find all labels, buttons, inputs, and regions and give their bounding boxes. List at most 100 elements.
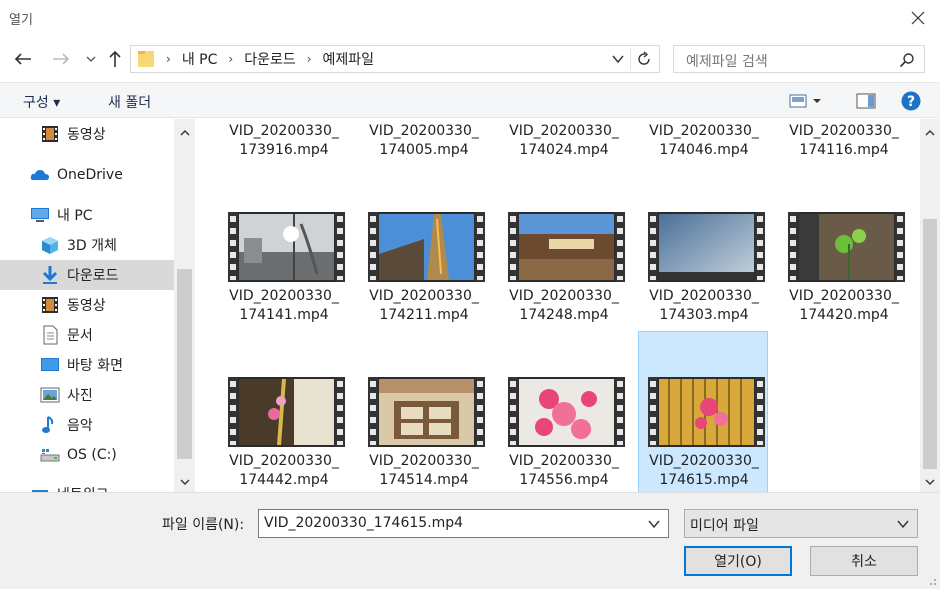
nav-item-label: 다운로드: [67, 268, 119, 284]
file-item[interactable]: VID_20200330_ 174514.mp4: [359, 366, 489, 492]
download-icon: [42, 266, 58, 284]
view-options-icon[interactable]: [789, 93, 823, 109]
file-item[interactable]: VID_20200330_ 174442.mp4: [219, 366, 349, 492]
file-name: VID_20200330_ 174556.mp4: [509, 453, 619, 488]
video-thumbnail: [648, 377, 765, 447]
preview-pane-icon[interactable]: [856, 93, 876, 109]
nav-item-this-pc[interactable]: 내 PC: [0, 200, 174, 230]
file-item[interactable]: VID_20200330_ 174116.mp4: [779, 119, 909, 169]
document-icon: [43, 325, 58, 345]
scroll-down-button[interactable]: [174, 473, 195, 491]
file-item[interactable]: VID_20200330_ 174211.mp4: [359, 201, 489, 364]
file-item-selected[interactable]: VID_20200330_ 174615.mp4: [638, 331, 768, 492]
file-name: VID_20200330_ 174046.mp4: [649, 123, 759, 158]
nav-item-videos-2[interactable]: 동영상: [0, 290, 174, 320]
chevron-down-icon[interactable]: [612, 54, 624, 64]
filename-label: 파일 이름(N):: [162, 517, 245, 533]
file-item[interactable]: VID_20200330_ 174141.mp4: [219, 201, 349, 364]
nav-item-label: 사진: [67, 388, 93, 404]
chevron-down-icon: [86, 56, 96, 62]
folder-icon: [138, 51, 154, 67]
breadcrumb-item-examples[interactable]: 예제파일: [323, 49, 375, 69]
recent-locations-button[interactable]: [80, 48, 102, 70]
navigation-pane: 동영상 OneDrive 내 PC 3D 개체 다운로드 동영상 문서 바탕 화…: [0, 119, 195, 492]
breadcrumb-item-downloads[interactable]: 다운로드: [244, 49, 296, 69]
nav-item-onedrive[interactable]: OneDrive: [0, 160, 174, 190]
chevron-up-icon: [925, 129, 935, 135]
file-name: VID_20200330_ 174615.mp4: [649, 453, 759, 488]
scrollbar-thumb[interactable]: [923, 219, 937, 469]
video-thumbnail: [228, 212, 345, 282]
file-item[interactable]: VID_20200330_ 174024.mp4: [499, 119, 629, 169]
close-icon[interactable]: [910, 10, 926, 26]
open-button[interactable]: 열기(O): [684, 546, 792, 576]
file-type-value: 미디어 파일: [690, 518, 759, 534]
file-list: VID_20200330_ 173916.mp4 VID_20200330_ 174…: [195, 119, 920, 492]
forward-button[interactable]: [50, 48, 72, 70]
breadcrumb: › 내 PC › 다운로드 › 예제파일: [162, 49, 374, 69]
nav-item-label: 바탕 화면: [67, 358, 123, 374]
file-name: VID_20200330_ 174024.mp4: [509, 123, 619, 158]
organize-button[interactable]: 구성 ▾: [23, 92, 60, 112]
file-item[interactable]: VID_20200330_ 174046.mp4: [639, 119, 769, 169]
chevron-up-icon: [180, 129, 189, 135]
nav-item-music[interactable]: 음악: [0, 410, 174, 440]
search-input[interactable]: 예제파일 검색: [673, 45, 925, 73]
up-button[interactable]: [104, 48, 126, 70]
nav-pane-scrollbar[interactable]: [174, 119, 195, 492]
help-icon[interactable]: ?: [901, 91, 921, 111]
video-icon: [42, 126, 58, 142]
scroll-up-button[interactable]: [920, 123, 940, 141]
new-folder-button[interactable]: 새 폴더: [108, 92, 151, 112]
nav-item-documents[interactable]: 문서: [0, 320, 174, 350]
file-list-scrollbar[interactable]: [920, 119, 940, 492]
file-item[interactable]: VID_20200330_ 174248.mp4: [499, 201, 629, 364]
filename-input[interactable]: VID_20200330_174615.mp4: [258, 509, 669, 538]
chevron-down-icon: [925, 479, 935, 485]
chevron-down-icon: [180, 479, 189, 485]
nav-item-pictures[interactable]: 사진: [0, 380, 174, 410]
file-item[interactable]: VID_20200330_ 173916.mp4: [219, 119, 349, 169]
cancel-button[interactable]: 취소: [810, 546, 918, 576]
nav-item-3d-objects[interactable]: 3D 개체: [0, 230, 174, 260]
nav-item-desktop[interactable]: 바탕 화면: [0, 350, 174, 380]
chevron-down-icon[interactable]: [648, 520, 660, 528]
file-type-select[interactable]: 미디어 파일: [684, 509, 918, 538]
svg-text:?: ?: [907, 94, 915, 110]
scrollbar-thumb[interactable]: [177, 269, 192, 459]
nav-item-label: 동영상: [67, 127, 106, 143]
nav-item-videos[interactable]: 동영상: [0, 119, 174, 149]
breadcrumb-item-pc[interactable]: 내 PC: [182, 49, 218, 69]
search-icon: [899, 53, 914, 68]
breadcrumb-separator: ›: [228, 52, 234, 66]
nav-item-downloads[interactable]: 다운로드: [0, 260, 174, 290]
scroll-down-button[interactable]: [920, 473, 940, 491]
command-bar: 구성 ▾ 새 폴더 ?: [0, 82, 940, 118]
scroll-up-button[interactable]: [174, 123, 195, 141]
nav-item-os-drive[interactable]: OS (C:): [0, 440, 174, 470]
video-thumbnail: [648, 212, 765, 282]
file-item[interactable]: VID_20200330_ 174556.mp4: [499, 366, 629, 492]
nav-item-label: 네트워크: [57, 484, 109, 492]
file-name: VID_20200330_ 174442.mp4: [229, 453, 339, 488]
file-name: VID_20200330_ 174514.mp4: [369, 453, 479, 488]
refresh-icon[interactable]: [636, 51, 652, 67]
pc-icon: [31, 208, 49, 222]
video-thumbnail: [508, 212, 625, 282]
nav-item-label: 문서: [67, 328, 93, 344]
resize-grip-icon[interactable]: [927, 576, 937, 586]
music-icon: [42, 416, 54, 433]
title-bar: 열기: [0, 0, 940, 36]
file-item[interactable]: VID_20200330_ 174005.mp4: [359, 119, 489, 169]
back-button[interactable]: [12, 48, 34, 70]
file-name: VID_20200330_ 173916.mp4: [229, 123, 339, 158]
file-name: VID_20200330_ 174303.mp4: [649, 288, 759, 323]
address-bar[interactable]: › 내 PC › 다운로드 › 예제파일: [130, 45, 660, 73]
cloud-icon: [30, 170, 49, 180]
video-thumbnail: [368, 377, 485, 447]
arrow-right-icon: [53, 53, 70, 65]
arrow-left-icon: [14, 53, 31, 65]
file-item[interactable]: VID_20200330_ 174420.mp4: [779, 201, 909, 364]
nav-item-network[interactable]: 네트워크: [0, 479, 174, 492]
window-title: 열기: [9, 13, 33, 28]
